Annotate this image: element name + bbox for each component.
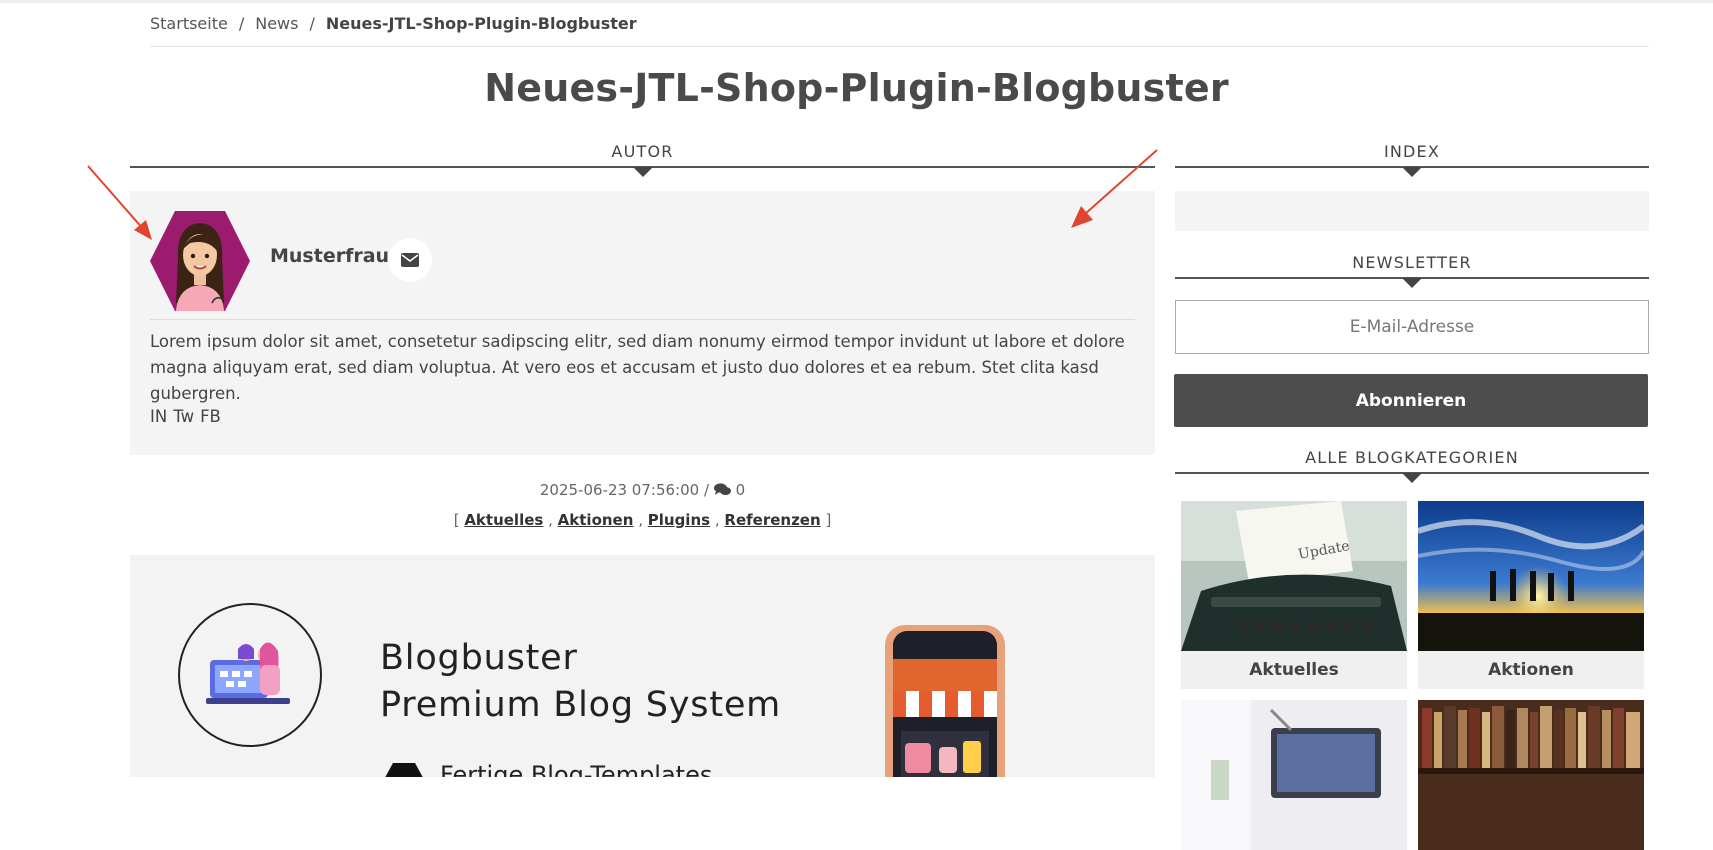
top-border	[0, 0, 1713, 3]
comment-count[interactable]: 0	[736, 481, 746, 499]
category-tile-aktionen[interactable]: Aktionen	[1418, 501, 1644, 689]
category-link-plugins[interactable]: Plugins	[648, 511, 710, 529]
product-box-icon	[963, 741, 981, 773]
author-heading-label: AUTOR	[611, 142, 674, 161]
newsletter-heading: NEWSLETTER	[1175, 253, 1649, 288]
page-title: Neues-JTL-Shop-Plugin-Blogbuster	[484, 66, 1229, 110]
category-link-referenzen[interactable]: Referenzen	[724, 511, 820, 529]
phone-illustration	[885, 625, 1005, 777]
category-image-bookshelf	[1418, 700, 1644, 850]
shop-awning-icon	[893, 659, 997, 693]
banner-feature-text: Fertige Blog-Templates	[440, 761, 713, 777]
post-meta: 2025-06-23 07:56:00 / 0	[130, 481, 1155, 499]
banner-title-line2: Premium Blog System	[380, 685, 782, 725]
breadcrumb-current: Neues-JTL-Shop-Plugin-Blogbuster	[325, 14, 637, 33]
bracket-open: [	[453, 511, 460, 529]
social-link-twitter[interactable]: Tw	[173, 407, 194, 426]
hexagon-icon	[382, 763, 426, 777]
breadcrumb-separator: /	[309, 14, 315, 33]
shopping-bag-icon	[939, 747, 957, 773]
breadcrumb-divider	[150, 46, 1649, 47]
banner-logo-circle	[178, 603, 322, 747]
banner-title: Blogbuster Premium Blog System	[380, 635, 781, 729]
heading-triangle-icon	[632, 167, 653, 177]
author-name[interactable]: Musterfrau	[270, 245, 389, 267]
categories-heading-label: ALLE BLOGKATEGORIEN	[1305, 448, 1519, 467]
index-box	[1175, 191, 1649, 231]
category-image-sunset	[1418, 501, 1644, 651]
newsletter-subscribe-button[interactable]: Abonnieren	[1174, 374, 1648, 427]
category-link-aktuelles[interactable]: Aktuelles	[464, 511, 543, 529]
category-separator: ,	[638, 511, 643, 529]
bracket-close: ]	[825, 511, 832, 529]
category-image-desk	[1181, 700, 1407, 850]
author-avatar[interactable]	[150, 211, 250, 311]
envelope-icon	[401, 253, 419, 267]
social-link-linkedin[interactable]: IN	[150, 407, 167, 426]
breadcrumb: Startseite / News / Neues-JTL-Shop-Plugin-Bl…	[150, 14, 637, 33]
category-link-aktionen[interactable]: Aktionen	[558, 511, 634, 529]
author-section-heading: AUTOR	[130, 142, 1155, 177]
index-heading-label: INDEX	[1383, 142, 1441, 161]
meta-separator: /	[703, 481, 710, 499]
author-mail-button[interactable]	[388, 238, 432, 282]
category-tile-label: Aktionen	[1418, 651, 1644, 689]
categories-heading: ALLE BLOGKATEGORIEN	[1175, 448, 1649, 483]
shop-awning-stripes	[893, 691, 997, 717]
category-tile-books[interactable]	[1418, 700, 1644, 850]
category-tile-label: Aktuelles	[1181, 651, 1407, 689]
category-image-typewriter: Update	[1181, 501, 1407, 651]
category-separator: ,	[714, 511, 720, 529]
category-tile-desk[interactable]	[1181, 700, 1407, 850]
category-separator: ,	[548, 511, 553, 529]
breadcrumb-home-link[interactable]: Startseite	[150, 14, 228, 33]
newsletter-email-input[interactable]	[1175, 300, 1649, 354]
index-heading: INDEX	[1175, 142, 1649, 177]
newsletter-heading-label: NEWSLETTER	[1352, 253, 1472, 272]
shopping-bag-icon	[905, 743, 931, 773]
category-tile-aktuelles[interactable]: Update Aktuelles	[1181, 501, 1407, 689]
banner-title-line1: Blogbuster	[380, 638, 578, 678]
heading-triangle-icon	[1402, 473, 1422, 483]
blog-illustration-icon	[206, 642, 290, 704]
post-categories: [ Aktuelles , Aktionen , Plugins , Refer…	[130, 511, 1155, 529]
author-social-links: IN Tw FB	[150, 407, 227, 426]
comments-icon	[713, 483, 731, 495]
author-bio: Lorem ipsum dolor sit amet, consetetur s…	[150, 332, 1125, 403]
social-link-facebook[interactable]: FB	[200, 407, 221, 426]
author-box: Musterfrau Lorem ipsum dolor sit amet, c…	[130, 191, 1155, 455]
post-date: 2025-06-23 07:56:00	[539, 481, 700, 499]
phone-screen	[893, 631, 997, 777]
breadcrumb-news-link[interactable]: News	[255, 14, 298, 33]
author-divider	[150, 319, 1135, 320]
heading-triangle-icon	[1402, 167, 1422, 177]
breadcrumb-separator: /	[238, 14, 245, 33]
post-banner-image: Blogbuster Premium Blog System Fertige B…	[130, 555, 1155, 777]
heading-triangle-icon	[1402, 278, 1422, 288]
